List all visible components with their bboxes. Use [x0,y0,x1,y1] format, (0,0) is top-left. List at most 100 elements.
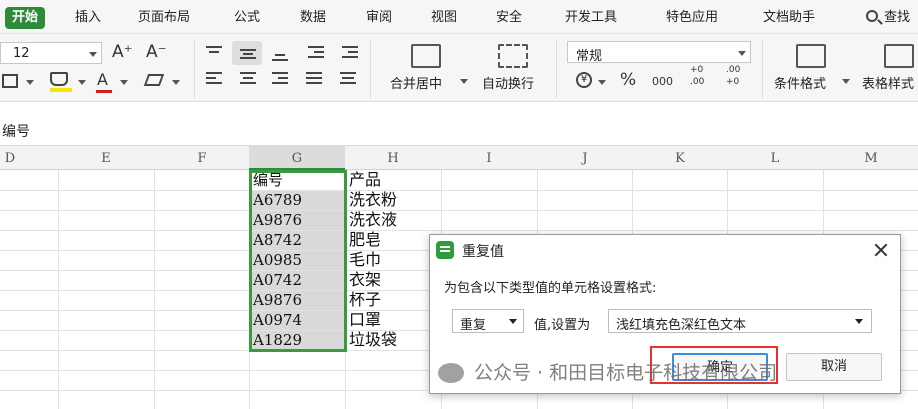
divider [370,40,371,98]
menu-bar: 开始 插入 页面布局 公式 数据 审阅 视图 安全 开发工具 特色应用 文档助手… [0,0,918,34]
column-header-j[interactable]: J [538,151,632,166]
fill-color-icon[interactable] [50,72,68,86]
tab-review[interactable]: 审阅 [366,7,392,29]
number-format-value: 常规 [576,49,603,64]
cell-h4[interactable]: 肥皂 [349,230,381,250]
column-header-l[interactable]: L [728,151,822,166]
dialog-title: 重复值 [462,244,504,260]
table-style-button[interactable]: 表格样式 [862,73,914,92]
align-bottom-icon[interactable] [272,46,288,61]
chevron-down-icon [855,319,863,324]
chevron-down-icon [842,79,850,84]
tab-security[interactable]: 安全 [496,7,522,29]
column-header-k[interactable]: K [633,151,727,166]
divider [194,40,195,98]
divider [762,40,763,98]
tab-view[interactable]: 视图 [431,7,457,29]
tab-developer[interactable]: 开发工具 [565,7,617,29]
gridline [0,230,918,231]
cell-h3[interactable]: 洗衣液 [349,210,397,230]
cancel-button[interactable]: 取消 [786,353,882,381]
increase-decimal-icon[interactable]: +0 .00 [690,64,720,88]
cell-h1[interactable]: 产品 [349,170,381,190]
align-right-icon[interactable] [272,72,288,86]
formula-bar[interactable]: 编号 [0,102,918,146]
conditional-format-button[interactable]: 条件格式 [774,73,826,92]
chevron-down-icon [89,52,97,57]
tab-doc-assistant[interactable]: 文档助手 [763,7,815,29]
increase-indent-icon[interactable] [342,46,358,60]
chevron-down-icon [598,80,606,85]
format-style-select[interactable]: 浅红填充色深红色文本 [608,309,872,333]
thousands-icon[interactable]: 000 [652,72,673,92]
percent-icon[interactable]: % [620,70,636,90]
currency-icon[interactable]: ¥ [576,72,592,88]
increase-font-icon[interactable]: A⁺ [112,42,133,62]
tab-features[interactable]: 特色应用 [666,7,718,29]
tab-data[interactable]: 数据 [300,7,326,29]
column-header-d[interactable]: D [0,151,57,166]
cell-h7[interactable]: 杯子 [349,290,381,310]
column-header-h[interactable]: H [346,151,440,166]
font-color-swatch [96,90,112,93]
chevron-down-icon [738,51,746,56]
cell-h8[interactable]: 口罩 [349,310,381,330]
ribbon-toolbar: 12 A⁺ A⁻ A 合并居中 自动换行 常规 ¥ % 000 +0 .00 .… [0,34,918,102]
dialog-title-bar: 重复值 [430,235,900,265]
tab-insert[interactable]: 插入 [75,7,101,29]
chevron-down-icon [460,79,468,84]
spreadsheet-window: 开始 插入 页面布局 公式 数据 审阅 视图 安全 开发工具 特色应用 文档助手… [0,0,918,409]
number-format-select[interactable]: 常规 [567,41,751,64]
search-icon[interactable] [866,10,878,22]
wrap-text-button[interactable]: 自动换行 [482,73,534,92]
align-top-icon[interactable] [206,46,222,60]
set-to-label: 值,设置为 [534,318,591,333]
column-header-g[interactable]: G [250,151,344,166]
align-center-icon[interactable] [240,72,256,86]
eraser-icon[interactable] [143,74,165,86]
value-type-select[interactable]: 重复 [452,309,524,333]
decrease-indent-icon[interactable] [308,46,324,60]
tab-formula[interactable]: 公式 [234,7,260,29]
align-left-icon[interactable] [206,72,222,86]
merge-center-icon[interactable] [411,44,441,68]
value-type-value: 重复 [460,318,487,333]
table-style-icon[interactable] [884,44,914,68]
column-header-e[interactable]: E [59,151,153,166]
formula-content: 编号 [2,124,30,140]
selection-border [249,170,347,352]
chevron-down-icon [172,80,180,85]
decrease-decimal-icon[interactable]: .00 +0 [726,64,756,88]
tab-page-layout[interactable]: 页面布局 [138,7,190,29]
column-header-f[interactable]: F [155,151,249,166]
search-label[interactable]: 查找 [884,7,910,29]
column-header-i[interactable]: I [442,151,536,166]
tab-home[interactable]: 开始 [5,7,46,29]
align-middle-icon[interactable] [240,46,256,60]
wechat-icon [438,363,464,383]
cell-h2[interactable]: 洗衣粉 [349,190,397,210]
merge-center-button[interactable]: 合并居中 [390,73,442,92]
column-header-row: D E F G H I J K L M [0,146,918,170]
wrap-text-icon[interactable] [498,44,528,68]
column-header-m[interactable]: M [824,151,918,166]
distribute-icon[interactable] [340,72,356,86]
font-color-icon[interactable]: A [97,70,108,90]
font-size-select[interactable]: 12 [0,42,102,64]
conditional-format-icon[interactable] [796,44,826,68]
decrease-font-icon[interactable]: A⁻ [146,42,167,62]
chevron-down-icon [78,80,86,85]
justify-icon[interactable] [306,72,322,86]
font-size-value: 12 [13,46,30,61]
border-icon[interactable] [2,74,18,88]
fill-color-swatch [50,88,72,92]
chevron-down-icon [120,80,128,85]
divider [556,40,557,98]
cell-h9[interactable]: 垃圾袋 [349,330,397,350]
gridline [0,190,918,191]
dialog-description: 为包含以下类型值的单元格设置格式: [444,281,657,296]
cell-h6[interactable]: 衣架 [349,270,381,290]
close-icon[interactable] [872,241,890,259]
chevron-down-icon [509,319,517,324]
cell-h5[interactable]: 毛巾 [349,250,381,270]
